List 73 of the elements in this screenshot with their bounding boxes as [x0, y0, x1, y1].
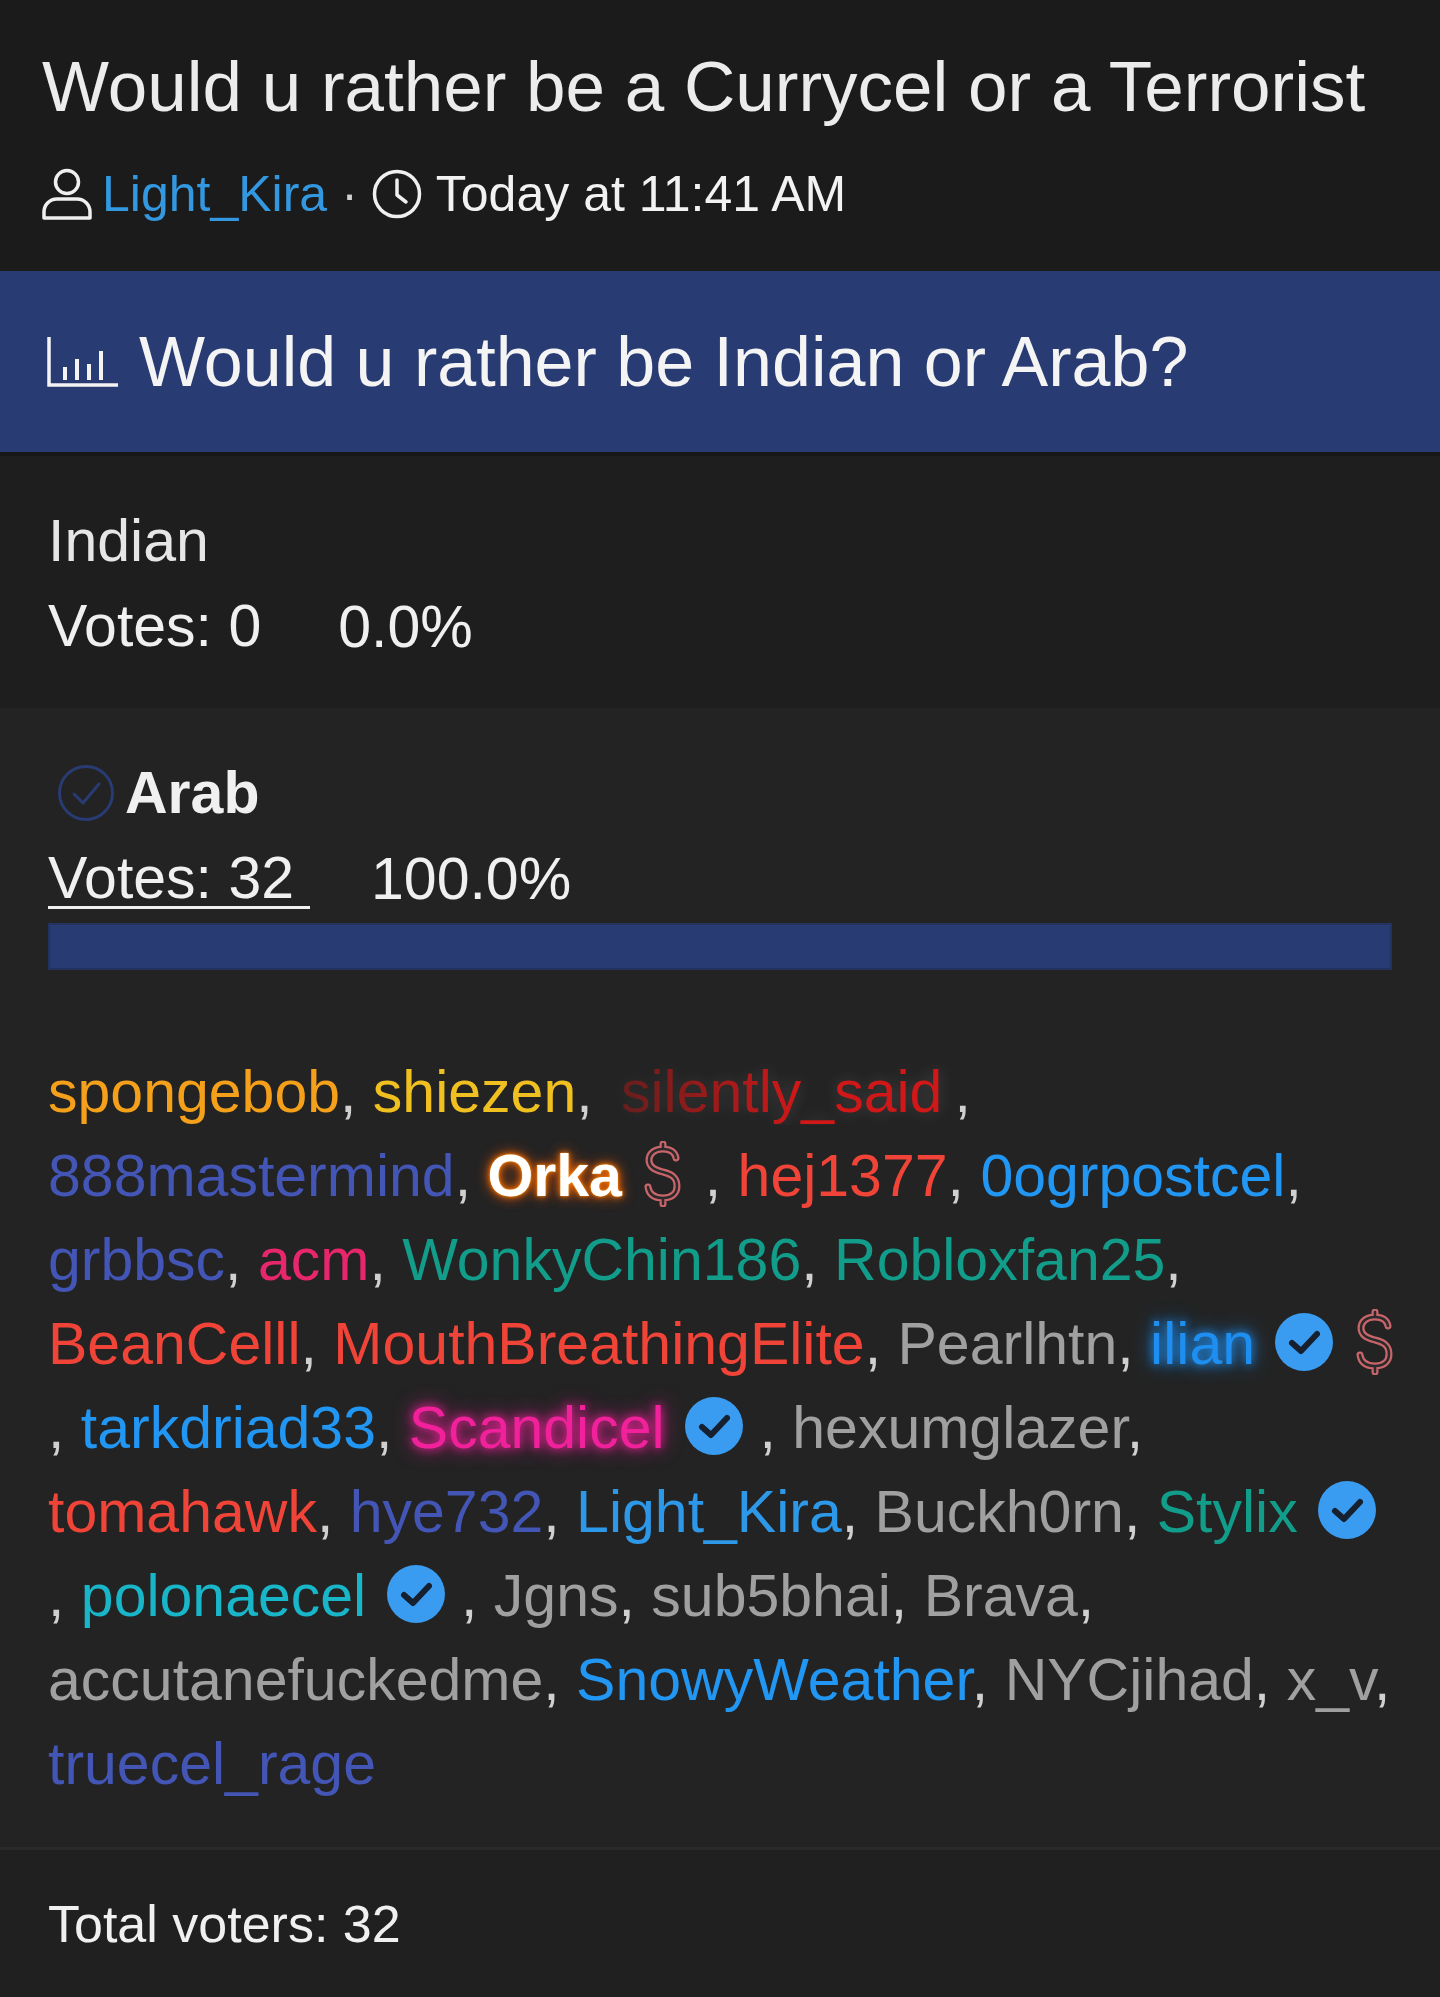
list-separator: , [759, 1395, 776, 1461]
list-separator: , [1123, 1479, 1141, 1545]
username-link[interactable]: MouthBreathingElite [333, 1311, 865, 1377]
user-icon [42, 168, 92, 220]
meta-separator: · [341, 165, 358, 224]
vote-count: Votes: 0 [48, 597, 263, 657]
username-link[interactable]: WonkyChin186 [402, 1227, 802, 1293]
vote-percent: 0.0% [338, 599, 473, 656]
thread-title: Would u rather be a Currycel or a Terrorist [42, 46, 1367, 128]
option-label: Arab [125, 758, 260, 828]
post-time: Today at 11:41 AM [435, 165, 847, 224]
list-separator: , [48, 1563, 65, 1629]
username-link[interactable]: Light_Kira [576, 1479, 842, 1545]
username-link[interactable]: x_v [1286, 1647, 1375, 1713]
list-separator: , [890, 1563, 908, 1629]
bar-chart-icon [47, 336, 118, 387]
author-link[interactable]: Light_Kira [102, 164, 328, 224]
username-link[interactable]: SnowyWeather [576, 1647, 972, 1713]
username-link[interactable]: hexumglazer [792, 1395, 1127, 1461]
username-link[interactable]: accutanefuckedme [48, 1647, 544, 1713]
list-separator: , [461, 1563, 478, 1629]
username-link[interactable]: ilian [1150, 1311, 1256, 1377]
username-link[interactable]: Stylix [1156, 1479, 1298, 1545]
username-link[interactable]: sub5bhai [651, 1563, 891, 1629]
username-link[interactable]: polonaecel [80, 1563, 367, 1629]
list-separator: , [543, 1647, 560, 1713]
check-circle-icon [57, 763, 115, 822]
username-link[interactable]: acm [257, 1227, 370, 1293]
list-separator: , [1165, 1227, 1182, 1293]
list-separator: , [300, 1311, 317, 1377]
username-link[interactable]: Brava [923, 1563, 1078, 1629]
vote-percent: 100.0% [371, 851, 572, 908]
list-separator: , [864, 1311, 882, 1377]
username-link[interactable]: Scandicel [408, 1395, 665, 1461]
list-separator: , [340, 1059, 357, 1125]
list-separator: , [576, 1059, 593, 1125]
username-link[interactable]: BeanCelll [48, 1311, 301, 1377]
list-separator: , [48, 1395, 65, 1461]
list-separator: , [954, 1059, 971, 1125]
list-separator: , [1117, 1311, 1134, 1377]
list-separator: , [454, 1143, 472, 1209]
username-link[interactable]: Robloxfan25 [834, 1227, 1166, 1293]
username-link[interactable]: tarkdriad33 [80, 1395, 376, 1461]
list-separator: , [947, 1143, 964, 1209]
votes-link[interactable]: Votes: 32 [48, 849, 311, 909]
list-separator: , [225, 1227, 242, 1293]
list-separator: , [1077, 1563, 1095, 1629]
list-separator: , [376, 1395, 393, 1461]
list-separator: , [841, 1479, 859, 1545]
username-link[interactable]: spongebob [48, 1059, 340, 1125]
list-separator: , [1374, 1647, 1391, 1713]
username-link[interactable]: hej1377 [737, 1143, 948, 1209]
list-separator: , [369, 1227, 386, 1293]
list-separator: , [618, 1563, 635, 1629]
list-separator: , [801, 1227, 818, 1293]
username-link[interactable]: Buckh0rn [874, 1479, 1124, 1545]
list-separator: , [1253, 1647, 1271, 1713]
username-link[interactable]: tomahawk [48, 1479, 317, 1545]
username-link[interactable]: Pearlhtn [897, 1311, 1118, 1377]
username-link[interactable]: Orka [487, 1143, 622, 1209]
username-link[interactable]: silently_said [609, 1059, 955, 1125]
list-separator: , [316, 1479, 334, 1545]
clock-icon [371, 169, 422, 219]
username-link[interactable]: shiezen [372, 1059, 577, 1125]
poll-title: Would u rather be Indian or Arab? [139, 321, 1189, 403]
list-separator: , [1285, 1143, 1302, 1209]
username-link[interactable]: Jgns [493, 1563, 619, 1629]
username-link[interactable]: 0ogrpostcel [980, 1143, 1286, 1209]
list-separator: , [543, 1479, 560, 1545]
total-voters: Total voters: 32 [48, 1894, 401, 1955]
option-label: Indian [48, 506, 209, 576]
username-link[interactable]: NYCjihad [1004, 1647, 1254, 1713]
list-separator: , [704, 1143, 722, 1209]
